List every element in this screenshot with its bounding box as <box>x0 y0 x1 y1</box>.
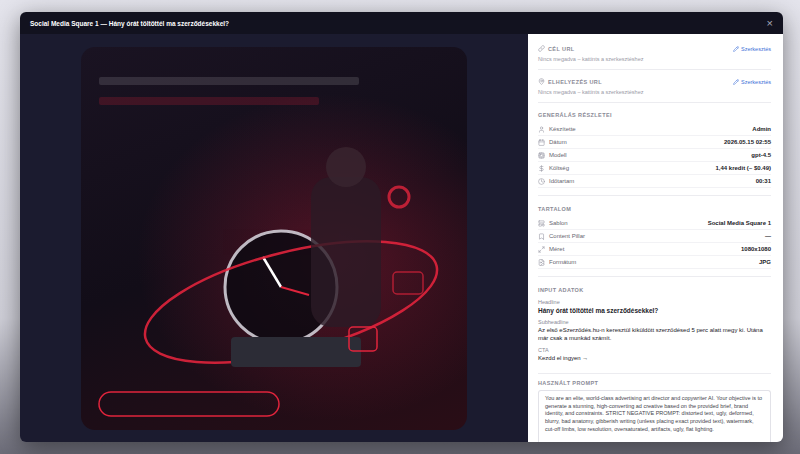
row-label: Dátum <box>538 139 567 146</box>
input-field-label: Headline <box>538 299 771 305</box>
detail-modal: Social Media Square 1 — Hány órát töltöt… <box>20 12 783 442</box>
row-value: gpt-4.5 <box>751 152 771 158</box>
pencil-icon <box>733 79 739 85</box>
url-field-value[interactable]: Nincs megadva – kattints a szerkesztéshe… <box>538 89 771 95</box>
input-field: Headline Hány órát töltöttél ma szerződés… <box>538 299 771 315</box>
prompt-textarea[interactable]: You are an elite, world-class advertisin… <box>538 390 771 442</box>
row-icon <box>538 165 545 172</box>
row-label: Készítette <box>538 126 576 133</box>
url-field-header: ELHELYEZÉS URL Szerkesztés <box>538 78 771 85</box>
row-icon <box>538 259 545 266</box>
inputs-section: INPUT ADATOK Headline Hány órát töltöttél … <box>538 283 771 374</box>
link-icon <box>538 45 545 52</box>
section-title: HASZNÁLT PROMPT <box>538 380 771 386</box>
input-field-value: Kezdd el ingyen → <box>538 355 771 363</box>
content-row: Méret 1080x1080 <box>538 243 771 256</box>
row-icon <box>538 220 545 227</box>
row-icon <box>538 126 545 133</box>
preview-stage <box>20 34 528 442</box>
row-label: Modell <box>538 152 567 159</box>
row-label: Sablon <box>538 220 568 227</box>
url-field-label: ELHELYEZÉS URL <box>538 78 602 85</box>
url-field: CÉL URL Szerkesztés Nincs megadva – kattin… <box>538 42 771 70</box>
row-value: 1,44 kredit (~ $0.49) <box>715 165 771 171</box>
row-icon <box>538 233 545 240</box>
creative-image <box>81 47 467 430</box>
row-value: Social Media Square 1 <box>708 220 771 226</box>
input-field: Subheadline Az első eSzerződés.hu-n keres… <box>538 319 771 343</box>
details-panel: CÉL URL Szerkesztés Nincs megadva – kattin… <box>528 34 783 442</box>
title-bar: Social Media Square 1 — Hány órát töltöt… <box>20 12 783 34</box>
row-value: 00:31 <box>756 178 771 184</box>
prompt-section: HASZNÁLT PROMPT You are an elite, world-c… <box>538 380 771 442</box>
page: Social Media Square 1 — Hány órát töltöt… <box>0 0 800 454</box>
row-label: Formátum <box>538 259 576 266</box>
row-icon <box>538 139 545 146</box>
generation-row: Dátum 2026.05.15 02:55 <box>538 136 771 149</box>
close-button[interactable]: × <box>765 18 775 29</box>
content-row: Sablon Social Media Square 1 <box>538 217 771 230</box>
generation-section: GENERÁLÁS RÉSZLETEI Készítette Admin Dátum 2… <box>538 108 771 196</box>
modal-body: CÉL URL Szerkesztés Nincs megadva – kattin… <box>20 34 783 442</box>
content-row: Formátum JPG <box>538 256 771 269</box>
edit-link[interactable]: Szerkesztés <box>733 79 771 85</box>
link-icon <box>538 78 545 85</box>
url-field-label: CÉL URL <box>538 45 575 52</box>
row-label: Költség <box>538 165 569 172</box>
row-value: Admin <box>752 126 771 132</box>
row-label: Időtartam <box>538 178 574 185</box>
row-icon <box>538 246 545 253</box>
row-icon <box>538 178 545 185</box>
row-value: JPG <box>759 259 771 265</box>
content-section: TARTALOM Sablon Social Media Square 1 Conte… <box>538 202 771 277</box>
section-title: GENERÁLÁS RÉSZLETEI <box>538 112 771 118</box>
section-title: TARTALOM <box>538 206 771 212</box>
input-field-value: Hány órát töltöttél ma szerződésekkel? <box>538 307 771 315</box>
input-field-value: Az első eSzerződés.hu-n keresztül kiküld… <box>538 327 771 343</box>
generation-row: Modell gpt-4.5 <box>538 149 771 162</box>
url-field-value[interactable]: Nincs megadva – kattints a szerkesztéshe… <box>538 56 771 62</box>
content-row: Content Pillar — <box>538 230 771 243</box>
edit-link[interactable]: Szerkesztés <box>733 46 771 52</box>
generation-row: Készítette Admin <box>538 123 771 136</box>
section-title: INPUT ADATOK <box>538 287 771 293</box>
input-field-label: CTA <box>538 347 771 353</box>
row-value: 2026.05.15 02:55 <box>724 139 771 145</box>
generation-row: Költség 1,44 kredit (~ $0.49) <box>538 162 771 175</box>
pencil-icon <box>733 46 739 52</box>
modal-title: Social Media Square 1 — Hány órát töltöt… <box>30 20 229 27</box>
generation-row: Időtartam 00:31 <box>538 175 771 188</box>
creative-art-icon <box>81 47 467 430</box>
row-value: 1080x1080 <box>741 246 771 252</box>
row-label: Méret <box>538 246 564 253</box>
row-value: — <box>765 233 771 239</box>
url-field: ELHELYEZÉS URL Szerkesztés Nincs megadva –… <box>538 75 771 103</box>
row-label: Content Pillar <box>538 233 585 240</box>
input-field: CTA Kezdd el ingyen → <box>538 347 771 363</box>
row-icon <box>538 152 545 159</box>
input-field-label: Subheadline <box>538 319 771 325</box>
url-field-header: CÉL URL Szerkesztés <box>538 45 771 52</box>
